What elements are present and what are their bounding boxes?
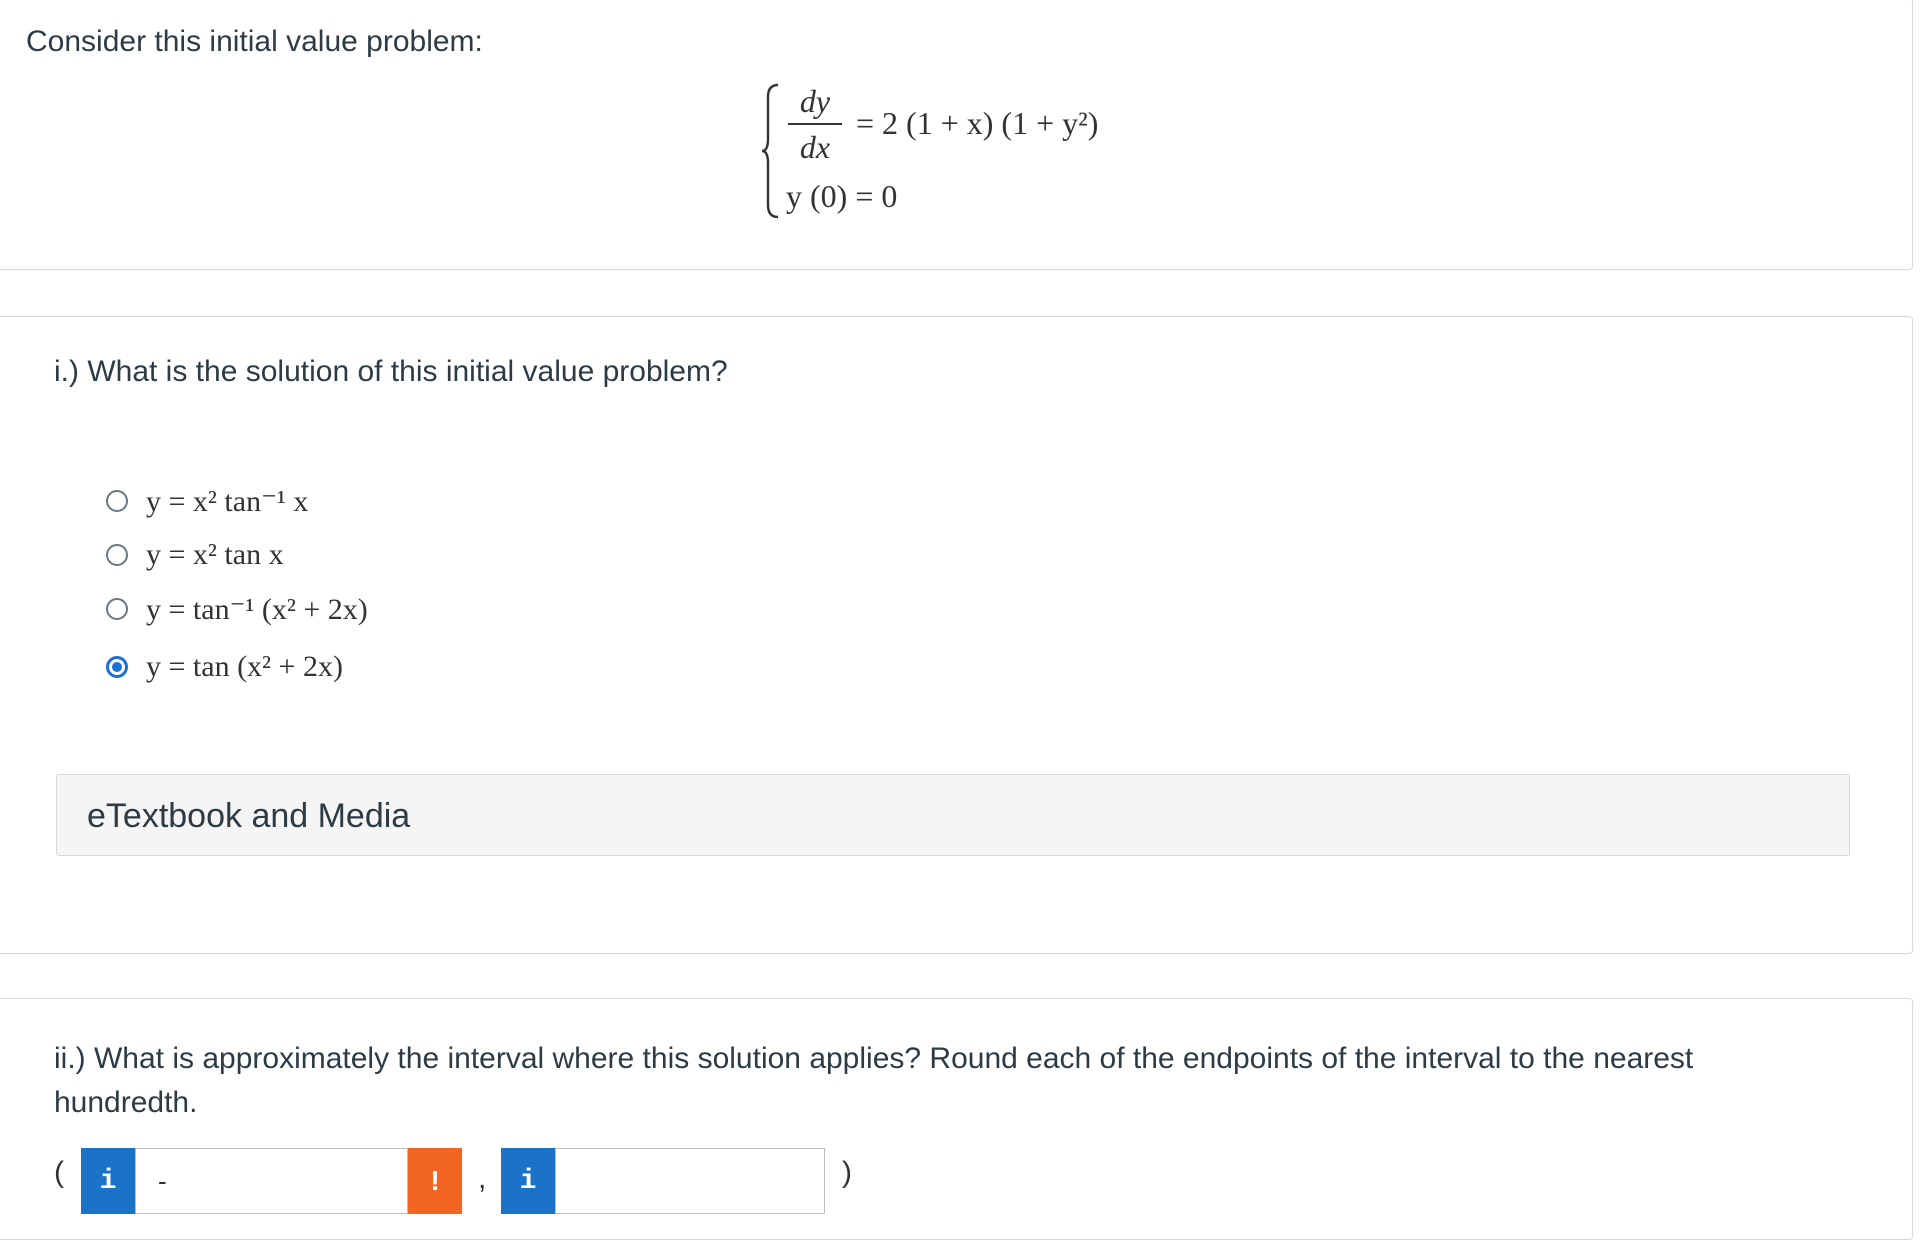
choice-4-label: y = tan (x² + 2x) (146, 650, 343, 683)
right-info-icon[interactable]: i (501, 1148, 555, 1214)
left-endpoint-input[interactable]: - (135, 1148, 408, 1214)
choice-2[interactable]: y = x² tan x (106, 533, 284, 577)
choice-1-label: y = x² tan⁻¹ x (146, 484, 309, 518)
open-paren: ( (54, 1156, 64, 1189)
fraction-bar (788, 123, 842, 125)
warning-icon[interactable]: ! (408, 1148, 462, 1214)
left-info-icon[interactable]: i (81, 1148, 135, 1214)
interval-separator: , (478, 1162, 487, 1195)
question-intro-panel: Consider this initial value problem: dy … (0, 0, 1913, 270)
ivp-system: dy dx = 2 (1 + x) (1 + y²) y (0) = 0 (760, 81, 1180, 221)
choice-2-label: y = x² tan x (146, 538, 284, 571)
left-brace-icon (761, 83, 779, 219)
close-paren: ) (842, 1156, 852, 1189)
choice-3-label: y = tan⁻¹ (x² + 2x) (146, 592, 368, 626)
intro-prompt: Consider this initial value problem: (26, 25, 483, 58)
choice-4[interactable]: y = tan (x² + 2x) (106, 645, 343, 689)
part2-prompt: ii.) What is approximately the interval … (54, 1042, 1694, 1119)
radio-button-selected[interactable] (106, 656, 128, 678)
choice-3[interactable]: y = tan⁻¹ (x² + 2x) (106, 587, 368, 631)
ode-denominator: dx (799, 129, 831, 165)
ode-rhs: = 2 (1 + x) (1 + y²) (856, 105, 1099, 141)
radio-button[interactable] (106, 544, 128, 566)
ode-numerator: dy (799, 83, 831, 119)
left-endpoint-value: - (158, 1165, 167, 1196)
right-endpoint-input[interactable] (555, 1148, 825, 1214)
radio-button[interactable] (106, 598, 128, 620)
part1-prompt: i.) What is the solution of this initial… (54, 355, 728, 388)
radio-button[interactable] (106, 490, 128, 512)
etextbook-media-toggle[interactable]: eTextbook and Media (56, 774, 1850, 856)
choice-1[interactable]: y = x² tan⁻¹ x (106, 479, 308, 523)
media-label: eTextbook and Media (87, 797, 411, 835)
derivative-fraction: dy dx (784, 83, 846, 166)
initial-condition: y (0) = 0 (786, 178, 898, 214)
question-part-1-panel: i.) What is the solution of this initial… (0, 316, 1913, 954)
